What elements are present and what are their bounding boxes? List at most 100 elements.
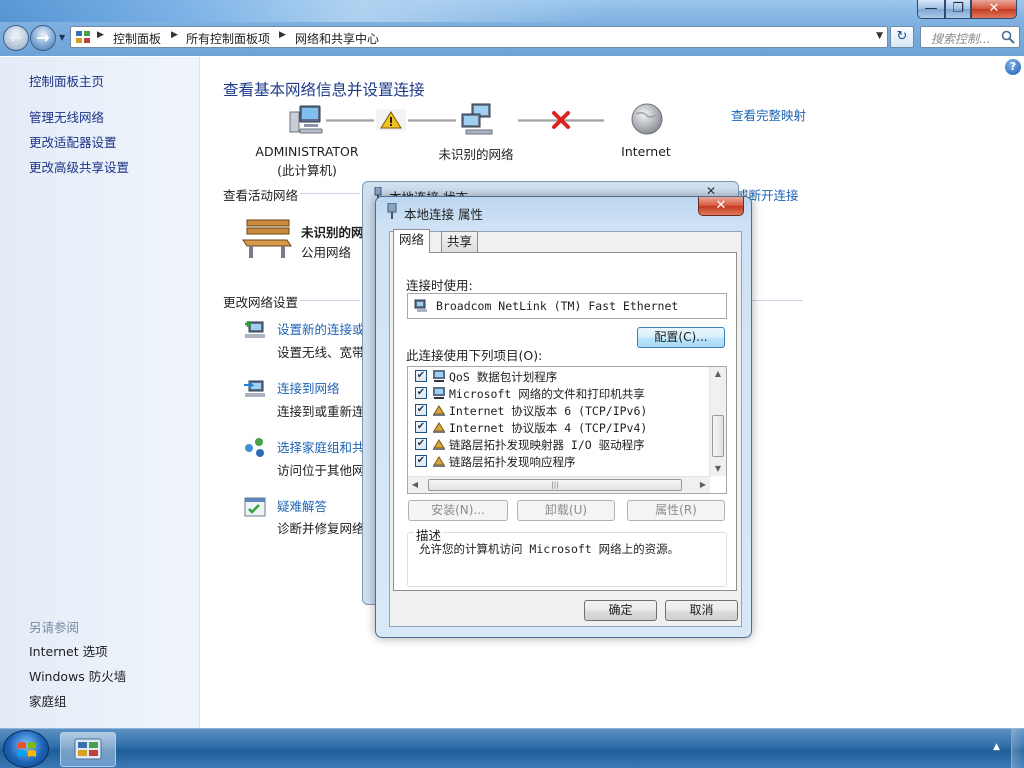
breadcrumb-separator-icon[interactable]: ▶ bbox=[97, 30, 104, 40]
computer-icon[interactable] bbox=[288, 104, 324, 136]
section-divider bbox=[300, 300, 360, 301]
list-item[interactable]: ✔ 链路层拓扑发现响应程序 bbox=[412, 453, 702, 470]
control-panel-home-link[interactable]: 控制面板主页 bbox=[29, 71, 104, 90]
item-checkbox[interactable]: ✔ bbox=[415, 421, 427, 433]
control-panel-icon bbox=[76, 31, 90, 43]
show-hidden-icons-button[interactable]: ▲ bbox=[993, 742, 1000, 752]
taskbar-control-panel-button[interactable] bbox=[60, 732, 116, 767]
internet-globe-icon[interactable] bbox=[630, 102, 664, 136]
item-label: Microsoft 网络的文件和打印机共享 bbox=[449, 387, 645, 401]
scroll-up-icon[interactable]: ▲ bbox=[710, 367, 726, 381]
arrow-right-icon: → bbox=[36, 28, 50, 47]
network-card-icon bbox=[414, 299, 427, 312]
disconnected-x-icon[interactable] bbox=[550, 110, 572, 130]
description-group: 描述 允许您的计算机访问 Microsoft 网络上的资源。 bbox=[407, 525, 727, 587]
breadcrumb-network-center[interactable]: 网络和共享中心 bbox=[295, 30, 379, 47]
back-button[interactable]: ← bbox=[3, 25, 29, 51]
properties-dialog-title: 本地连接 属性 bbox=[404, 207, 483, 222]
change-adapter-settings-link[interactable]: 更改适配器设置 bbox=[29, 132, 117, 151]
computer-node-label: ADMINISTRATOR (此计算机) bbox=[255, 144, 359, 179]
homegroup-icon bbox=[245, 438, 264, 457]
item-checkbox[interactable]: ✔ bbox=[415, 404, 427, 416]
list-item[interactable]: ✔ 链路层拓扑发现映射器 I/O 驱动程序 bbox=[412, 436, 702, 453]
properties-button[interactable]: 属性(R) bbox=[627, 500, 725, 521]
list-item[interactable]: ✔ Internet 协议版本 4 (TCP/IPv4) bbox=[412, 419, 702, 436]
item-label: QoS 数据包计划程序 bbox=[449, 370, 558, 384]
show-desktop-button[interactable] bbox=[1011, 729, 1024, 768]
breadcrumb-all-items[interactable]: 所有控制面板项 bbox=[186, 30, 270, 47]
item-checkbox[interactable]: ✔ bbox=[415, 438, 427, 450]
file-sharing-icon bbox=[433, 387, 445, 399]
horizontal-scrollbar[interactable]: ◀ ||| ▶ bbox=[408, 476, 710, 493]
configure-button[interactable]: 配置(C)... bbox=[637, 327, 725, 348]
active-networks-heading: 查看活动网络 bbox=[223, 188, 299, 203]
unidentified-network-icon[interactable] bbox=[458, 102, 496, 138]
recent-pages-dropdown[interactable]: ▼ bbox=[59, 33, 65, 42]
vertical-scrollbar[interactable]: ▲ ▼ bbox=[709, 367, 726, 476]
left-navigation-pane: 控制面板主页 管理无线网络 更改适配器设置 更改高级共享设置 另请参阅 Inte… bbox=[0, 57, 200, 728]
properties-dialog-close-button[interactable]: ✕ bbox=[698, 197, 744, 216]
search-input[interactable]: 搜索控制... bbox=[920, 26, 1020, 48]
protocol-icon bbox=[433, 422, 445, 433]
properties-dialog-body: 网络 共享 连接时使用: Broadcom NetLink (TM) Fast … bbox=[389, 229, 742, 627]
choose-homegroup-link[interactable]: 选择家庭组和共 bbox=[277, 437, 365, 456]
item-label: Internet 协议版本 6 (TCP/IPv6) bbox=[449, 404, 648, 418]
connect-to-network-link[interactable]: 连接到网络 bbox=[277, 378, 340, 397]
active-network-type-link[interactable]: 公用网络 bbox=[301, 242, 351, 261]
arrow-left-icon: ← bbox=[9, 28, 23, 47]
manage-wireless-link[interactable]: 管理无线网络 bbox=[29, 107, 104, 126]
search-icon[interactable] bbox=[1001, 30, 1015, 44]
setup-new-connection-link[interactable]: 设置新的连接或 bbox=[277, 319, 365, 338]
address-dropdown-icon[interactable]: ▼ bbox=[876, 31, 883, 41]
items-list-label: 此连接使用下列项目(O): bbox=[406, 348, 543, 363]
start-button[interactable] bbox=[3, 730, 49, 768]
connect-to-network-icon bbox=[244, 380, 265, 397]
breadcrumb-separator-icon[interactable]: ▶ bbox=[279, 30, 286, 40]
new-connection-icon bbox=[245, 321, 265, 338]
computer-caption: (此计算机) bbox=[277, 163, 337, 178]
troubleshoot-icon bbox=[244, 497, 266, 517]
install-button[interactable]: 安装(N)... bbox=[408, 500, 508, 521]
internet-options-link[interactable]: Internet 选项 bbox=[29, 641, 108, 660]
tab-sharing[interactable]: 共享 bbox=[441, 231, 479, 253]
description-text: 允许您的计算机访问 Microsoft 网络上的资源。 bbox=[419, 542, 680, 556]
network-node-label: 未识别的网络 bbox=[438, 147, 514, 162]
refresh-button[interactable]: ↻ bbox=[890, 26, 914, 48]
close-button[interactable]: ✕ bbox=[971, 0, 1017, 19]
item-checkbox[interactable]: ✔ bbox=[415, 387, 427, 399]
item-checkbox[interactable]: ✔ bbox=[415, 455, 427, 467]
protocol-icon bbox=[433, 439, 445, 450]
list-item[interactable]: ✔ Internet 协议版本 6 (TCP/IPv6) bbox=[412, 402, 702, 419]
connection-line bbox=[326, 119, 374, 122]
list-item[interactable]: ✔ Microsoft 网络的文件和打印机共享 bbox=[412, 385, 702, 402]
connection-items-list[interactable]: ✔ QoS 数据包计划程序 ✔ Microsoft 网络的文件和打印机共享 ✔ … bbox=[407, 366, 727, 494]
ok-button[interactable]: 确定 bbox=[584, 600, 657, 621]
troubleshoot-link[interactable]: 疑难解答 bbox=[277, 496, 327, 515]
internet-node-label: Internet bbox=[621, 144, 671, 159]
adapter-name: Broadcom NetLink (TM) Fast Ethernet bbox=[436, 299, 679, 313]
list-item[interactable]: ✔ QoS 数据包计划程序 bbox=[412, 368, 702, 385]
minimize-button[interactable]: — bbox=[917, 0, 945, 19]
breadcrumb-control-panel[interactable]: 控制面板 bbox=[113, 30, 161, 47]
help-icon[interactable]: ? bbox=[1005, 59, 1021, 75]
warning-icon[interactable] bbox=[376, 109, 406, 131]
forward-button[interactable]: → bbox=[30, 25, 56, 51]
windows-firewall-link[interactable]: Windows 防火墙 bbox=[29, 666, 126, 685]
scroll-right-icon[interactable]: ▶ bbox=[696, 477, 710, 493]
uninstall-button[interactable]: 卸载(U) bbox=[517, 500, 615, 521]
horizontal-scroll-thumb[interactable]: ||| bbox=[428, 479, 682, 491]
tab-network[interactable]: 网络 bbox=[393, 229, 431, 253]
see-also-heading: 另请参阅 bbox=[29, 620, 80, 635]
vertical-scroll-thumb[interactable] bbox=[712, 415, 724, 457]
address-bar[interactable]: ▶ 控制面板 ▶ 所有控制面板项 ▶ 网络和共享中心 ▼ bbox=[70, 26, 888, 48]
view-full-map-link[interactable]: 查看完整映射 bbox=[731, 105, 806, 124]
item-checkbox[interactable]: ✔ bbox=[415, 370, 427, 382]
desktop-background-strip bbox=[0, 0, 600, 22]
advanced-sharing-link[interactable]: 更改高级共享设置 bbox=[29, 157, 129, 176]
breadcrumb-separator-icon[interactable]: ▶ bbox=[171, 30, 178, 40]
scroll-down-icon[interactable]: ▼ bbox=[710, 462, 726, 476]
scroll-left-icon[interactable]: ◀ bbox=[408, 477, 422, 493]
cancel-button[interactable]: 取消 bbox=[665, 600, 738, 621]
maximize-button[interactable]: ❐ bbox=[945, 0, 971, 19]
homegroup-link[interactable]: 家庭组 bbox=[29, 691, 67, 710]
